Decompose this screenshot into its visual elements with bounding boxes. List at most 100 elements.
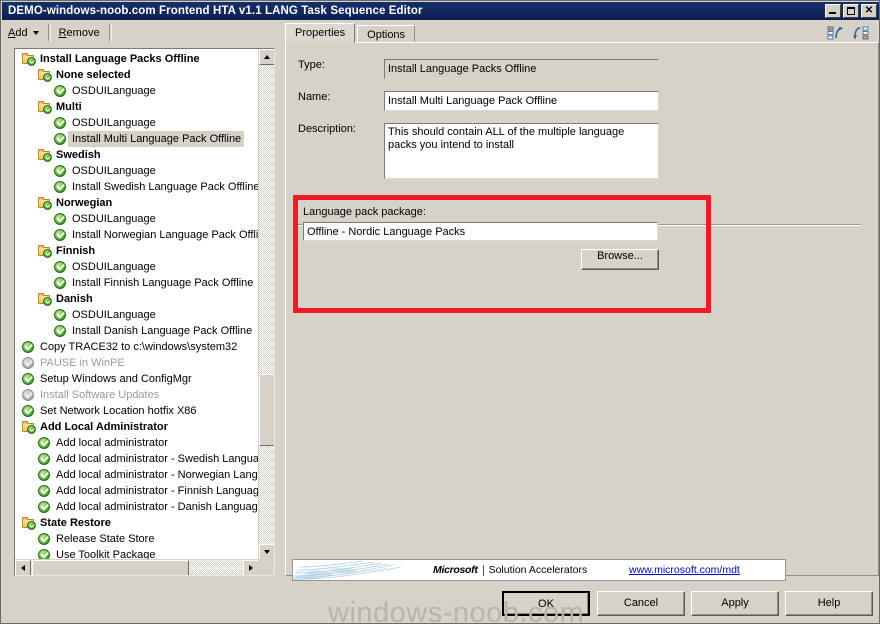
folder-icon [37, 292, 52, 306]
tree-item[interactable]: Add local administrator - Norwegian Lang… [15, 467, 259, 483]
tree-item[interactable]: Install Swedish Language Pack Offline [15, 179, 259, 195]
description-label: Description: [298, 123, 357, 135]
add-button[interactable]: Add [2, 24, 46, 42]
folder-icon [21, 516, 36, 530]
ok-button[interactable]: OK [502, 591, 590, 616]
check-circle-icon [21, 388, 36, 402]
tree-item[interactable]: Norwegian [15, 195, 259, 211]
type-field-row: Type: [298, 59, 659, 79]
tree-item-label: Install Software Updates [40, 389, 160, 401]
tree-item[interactable]: Danish [15, 291, 259, 307]
apply-button[interactable]: Apply [691, 591, 779, 616]
tree-item[interactable]: Swedish [15, 147, 259, 163]
tree-item[interactable]: Install Finnish Language Pack Offline [15, 275, 259, 291]
tree-item-label: Danish [56, 293, 93, 305]
add-button-label-rest: dd [15, 26, 28, 39]
help-button[interactable]: Help [785, 591, 873, 616]
check-circle-icon [37, 436, 52, 450]
tree-item[interactable]: PAUSE in WinPE [15, 355, 259, 371]
folder-check-badge [43, 201, 52, 210]
scroll-down-button[interactable] [259, 544, 274, 560]
tree-item[interactable]: Setup Windows and ConfigMgr [15, 371, 259, 387]
scroll-left-button[interactable] [15, 560, 31, 575]
folder-icon [21, 52, 36, 66]
tree-item[interactable]: OSDUILanguage [15, 307, 259, 323]
tree-item-label: Setup Windows and ConfigMgr [40, 373, 192, 385]
mdt-link[interactable]: www.microsoft.com/mdt [629, 564, 740, 576]
tree-item[interactable]: None selected [15, 67, 259, 83]
tree-item-label: State Restore [40, 517, 111, 529]
tree-item[interactable]: Finnish [15, 243, 259, 259]
check-circle-icon [37, 452, 52, 466]
tab-properties[interactable]: Properties [285, 23, 356, 43]
tree-item[interactable]: Install Norwegian Language Pack Offline [15, 227, 259, 243]
check-circle-icon [21, 404, 36, 418]
scroll-right-button[interactable] [243, 560, 259, 575]
browse-button[interactable]: Browse... [581, 249, 659, 270]
language-pack-label: Language pack package: [303, 206, 426, 218]
tree-item[interactable]: Release State Store [15, 531, 259, 547]
check-circle-icon [53, 260, 68, 274]
tree-item[interactable]: OSDUILanguage [15, 163, 259, 179]
check-circle-icon [21, 340, 36, 354]
close-icon[interactable]: ✕ [861, 4, 877, 18]
horizontal-scroll-thumb[interactable] [32, 560, 189, 575]
name-input[interactable] [384, 91, 659, 111]
tree-horizontal-scrollbar[interactable] [15, 559, 259, 575]
remove-button[interactable]: Remove [53, 24, 107, 42]
check-circle-icon [53, 180, 68, 194]
tab-options[interactable]: Options [357, 25, 416, 43]
folder-icon [37, 244, 52, 258]
folder-check-badge [43, 153, 52, 162]
check-circle-icon [53, 308, 68, 322]
tree-item-label: Multi [56, 101, 82, 113]
tree-item[interactable]: Add local administrator - Swedish Langua… [15, 451, 259, 467]
tree-item[interactable]: OSDUILanguage [15, 83, 259, 99]
check-circle-icon [21, 356, 36, 370]
check-circle-icon [53, 84, 68, 98]
tree-viewport: Install Language Packs Offline None selec… [15, 49, 259, 560]
description-input[interactable] [384, 123, 659, 179]
tree-item[interactable]: OSDUILanguage [15, 115, 259, 131]
tree-item[interactable]: OSDUILanguage [15, 259, 259, 275]
tree-item[interactable]: OSDUILanguage [15, 211, 259, 227]
folder-check-badge [43, 105, 52, 114]
tree-item[interactable]: Copy TRACE32 to c:\windows\system32 [15, 339, 259, 355]
folder-icon [37, 100, 52, 114]
tree-item-label: Install Language Packs Offline [40, 53, 200, 65]
check-circle-icon [53, 212, 68, 226]
language-pack-input[interactable] [303, 222, 658, 241]
scroll-up-button[interactable] [259, 49, 274, 65]
tree-item[interactable]: State Restore [15, 515, 259, 531]
tree-item[interactable]: Install Language Packs Offline [15, 51, 259, 67]
tree-item[interactable]: Add local administrator [15, 435, 259, 451]
task-sequence-tree[interactable]: Install Language Packs Offline None selec… [14, 48, 275, 576]
minimize-button[interactable] [825, 4, 841, 18]
tree-vertical-scrollbar[interactable] [258, 49, 274, 560]
maximize-button[interactable] [843, 4, 859, 18]
check-circle-icon [37, 484, 52, 498]
tree-item-label: Set Network Location hotfix X86 [40, 405, 197, 417]
tree-item[interactable]: Install Software Updates [15, 387, 259, 403]
vertical-scroll-thumb[interactable] [259, 374, 274, 446]
tree-item-label: Install Finnish Language Pack Offline [72, 277, 254, 289]
tree-item-label: Swedish [56, 149, 101, 161]
folder-check-badge [27, 57, 36, 66]
remove-button-label-rest: emove [66, 26, 100, 39]
cancel-button[interactable]: Cancel [597, 591, 685, 616]
tree-item-label: PAUSE in WinPE [40, 357, 125, 369]
tree-item[interactable]: Install Danish Language Pack Offline [15, 323, 259, 339]
swirl-graphic [293, 560, 443, 580]
tree-item[interactable]: Add local administrator - Finnish Langua… [15, 483, 259, 499]
tree-item[interactable]: Set Network Location hotfix X86 [15, 403, 259, 419]
check-circle-icon [53, 132, 68, 146]
tree-item[interactable]: Install Multi Language Pack Offline [15, 131, 259, 147]
tree-item[interactable]: Add local administrator - Danish Languag… [15, 499, 259, 515]
tree-item[interactable]: Add Local Administrator [15, 419, 259, 435]
tree-item[interactable]: Multi [15, 99, 259, 115]
check-circle-icon [53, 228, 68, 242]
folder-check-badge [43, 297, 52, 306]
folder-check-badge [27, 425, 36, 434]
tree-item-label: Add local administrator - Danish Languag… [56, 501, 259, 513]
tree-item-label: Norwegian [56, 197, 113, 209]
